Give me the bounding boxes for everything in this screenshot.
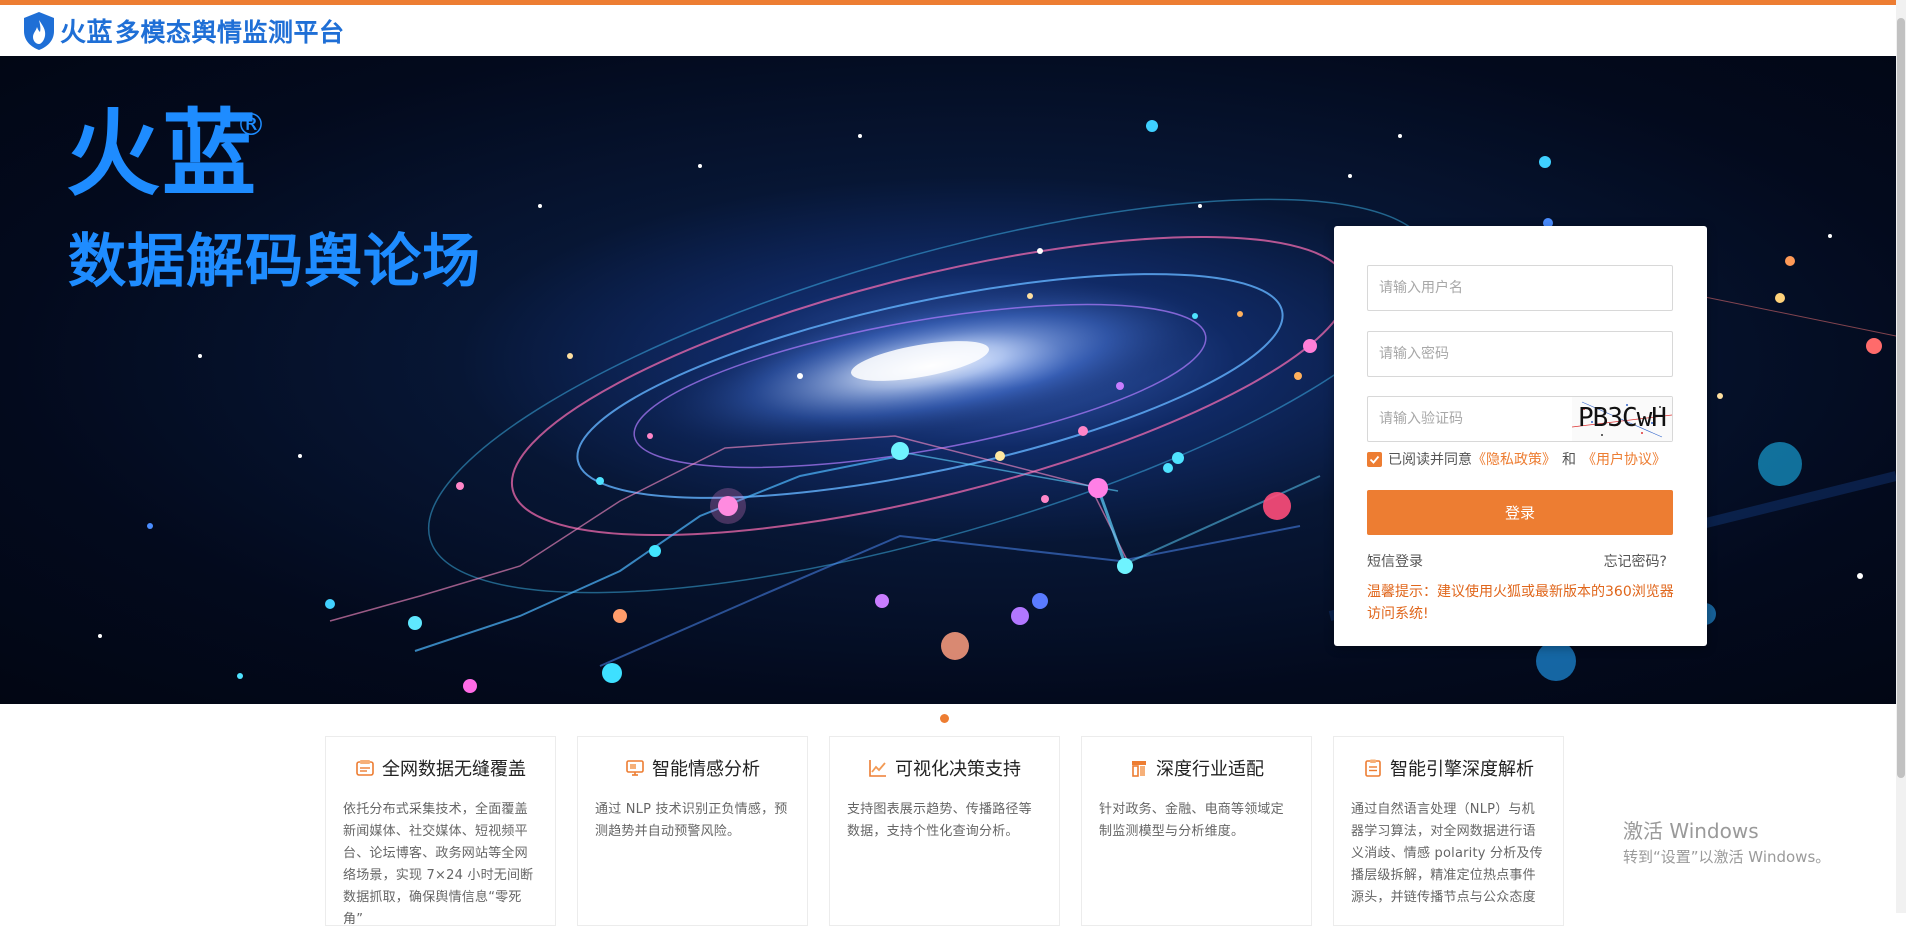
password-input[interactable] bbox=[1368, 332, 1672, 376]
feature-title: 全网数据无缝覆盖 bbox=[382, 759, 526, 780]
username-input[interactable] bbox=[1368, 266, 1672, 310]
shield-flame-logo-icon bbox=[24, 11, 54, 50]
feature-title: 智能情感分析 bbox=[652, 759, 760, 780]
feature-title: 智能引擎深度解析 bbox=[1390, 759, 1534, 780]
hero-slogan: 数据解码舆论场 bbox=[68, 227, 482, 295]
agree-text: 已阅读并同意 bbox=[1388, 452, 1472, 468]
feature-card: 深度行业适配 针对政务、金融、电商等领域定制监测模型与分析维度。 bbox=[1081, 736, 1312, 926]
carousel-indicator-dot[interactable] bbox=[940, 714, 949, 723]
chart-line-icon bbox=[869, 760, 886, 777]
feature-description: 针对政务、金融、电商等领域定制监测模型与分析维度。 bbox=[1099, 802, 1284, 839]
industry-icon bbox=[1132, 761, 1146, 777]
feature-card-header: 智能情感分析 bbox=[595, 755, 790, 781]
database-icon bbox=[356, 760, 374, 776]
user-agreement-link[interactable]: 《用户协议》 bbox=[1582, 449, 1666, 469]
clipboard-icon bbox=[1365, 759, 1381, 777]
site-title: 火蓝多模态舆情监测平台 bbox=[60, 12, 345, 49]
agreement-row: 已阅读并同意 《隐私政策》 和 《用户协议》 bbox=[1367, 449, 1687, 469]
password-field[interactable] bbox=[1367, 331, 1673, 377]
feature-card: 智能引擎深度解析 通过自然语言处理（NLP）与机器学习算法，对全网数据进行语义消… bbox=[1333, 736, 1564, 926]
feature-title: 可视化决策支持 bbox=[895, 759, 1021, 780]
hero-banner: 火蓝 ® 数据解码舆论场 PB3CwH bbox=[0, 56, 1896, 704]
monitor-icon bbox=[626, 760, 644, 776]
feature-card: 智能情感分析 通过 NLP 技术识别正负情感，预测趋势并自动预警风险。 bbox=[577, 736, 808, 926]
feature-card-header: 智能引擎深度解析 bbox=[1351, 755, 1546, 781]
feature-description: 通过 NLP 技术识别正负情感，预测趋势并自动预警风险。 bbox=[595, 802, 788, 839]
feature-card-header: 深度行业适配 bbox=[1099, 755, 1294, 781]
feature-card: 全网数据无缝覆盖 依托分布式采集技术，全面覆盖新闻媒体、社交媒体、短视频平台、论… bbox=[325, 736, 556, 927]
login-button[interactable]: 登录 bbox=[1367, 490, 1673, 535]
scrollbar-thumb[interactable] bbox=[1897, 18, 1905, 778]
site-header: 火蓝多模态舆情监测平台 bbox=[0, 5, 1896, 56]
feature-description: 依托分布式采集技术，全面覆盖新闻媒体、社交媒体、短视频平台、论坛博客、政务网站等… bbox=[343, 802, 534, 927]
and-text: 和 bbox=[1562, 452, 1576, 468]
page-scrollbar[interactable] bbox=[1896, 0, 1906, 913]
feature-description: 支持图表展示趋势、传播路径等数据，支持个性化查询分析。 bbox=[847, 802, 1032, 839]
sms-login-link[interactable]: 短信登录 bbox=[1367, 551, 1423, 571]
forgot-password-link[interactable]: 忘记密码? bbox=[1604, 551, 1667, 571]
watermark-line2: 转到“设置”以激活 Windows。 bbox=[1623, 848, 1831, 866]
browser-tip: 温馨提示：建议使用火狐或最新版本的360浏览器访问系统! bbox=[1367, 584, 1674, 622]
feature-card-header: 全网数据无缝覆盖 bbox=[343, 755, 538, 781]
privacy-policy-link[interactable]: 《隐私政策》 bbox=[1472, 449, 1556, 469]
hero-brand-title: 火蓝 bbox=[66, 100, 259, 209]
feature-card-header: 可视化决策支持 bbox=[847, 755, 1042, 781]
captcha-input[interactable] bbox=[1368, 397, 1568, 441]
captcha-image[interactable]: PB3CwH bbox=[1572, 397, 1672, 441]
feature-card: 可视化决策支持 支持图表展示趋势、传播路径等数据，支持个性化查询分析。 bbox=[829, 736, 1060, 926]
login-panel: PB3CwH 已阅读并同意 《隐私政策》 和 《用户协议》 登录 短信登录 忘记… bbox=[1334, 226, 1707, 646]
watermark-line1: 激活 Windows bbox=[1623, 819, 1759, 843]
registered-mark: ® bbox=[236, 108, 266, 143]
username-field[interactable] bbox=[1367, 265, 1673, 311]
header-brand: 火蓝 bbox=[60, 18, 114, 48]
captcha-field[interactable]: PB3CwH bbox=[1367, 396, 1673, 442]
agree-checkbox[interactable] bbox=[1367, 451, 1382, 467]
feature-description: 通过自然语言处理（NLP）与机器学习算法，对全网数据进行语义消歧、情感 pola… bbox=[1351, 802, 1543, 905]
captcha-text: PB3CwH bbox=[1578, 403, 1667, 433]
checkmark-icon bbox=[1369, 455, 1380, 464]
feature-cards: 全网数据无缝覆盖 依托分布式采集技术，全面覆盖新闻媒体、社交媒体、短视频平台、论… bbox=[325, 736, 1564, 927]
header-platform-name: 多模态舆情监测平台 bbox=[115, 18, 345, 47]
windows-activation-watermark: 激活 Windows 转到“设置”以激活 Windows。 bbox=[1623, 815, 1830, 867]
feature-title: 深度行业适配 bbox=[1156, 759, 1264, 780]
